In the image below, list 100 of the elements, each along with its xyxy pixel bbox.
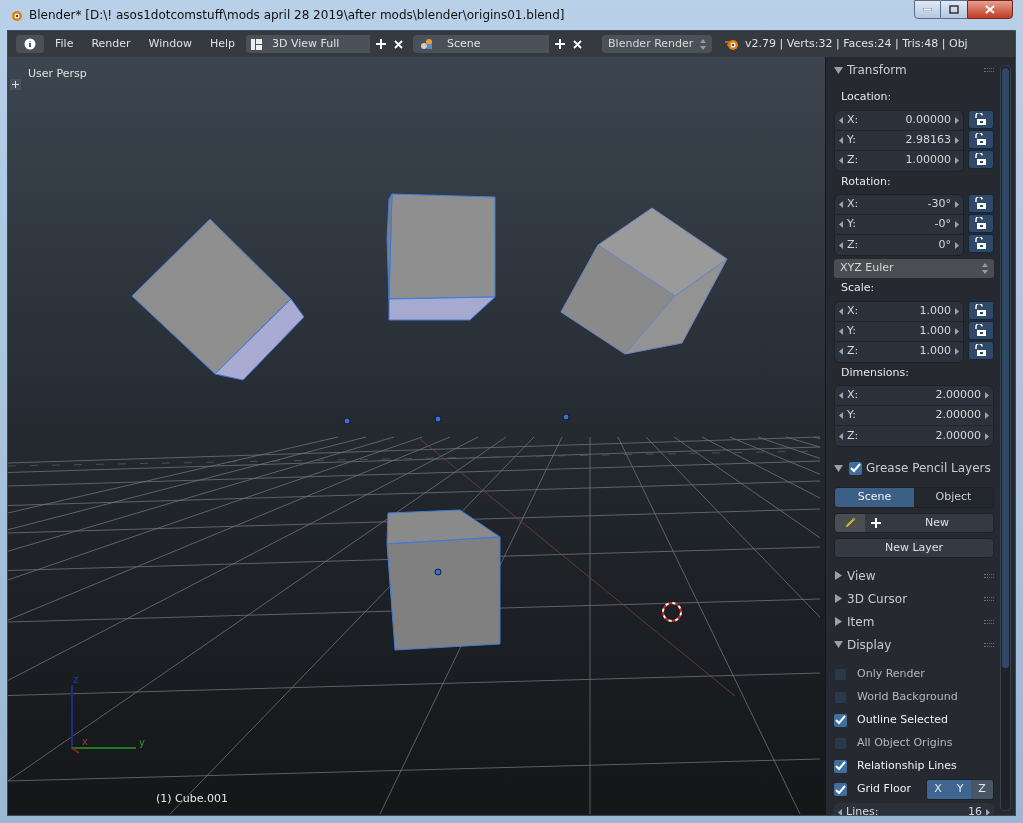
scrollbar-thumb[interactable] xyxy=(1002,68,1009,668)
axis-toggle[interactable]: Y xyxy=(949,780,971,799)
drag-grip-icon xyxy=(984,642,994,647)
axis-label: X: xyxy=(847,302,859,319)
lock-button[interactable] xyxy=(968,300,994,320)
lock-button[interactable] xyxy=(968,109,994,129)
number-field[interactable]: Z: 1.000 xyxy=(835,341,963,362)
rotation-mode-dropdown[interactable]: XYZ Euler xyxy=(834,259,994,278)
open-lock-icon xyxy=(975,343,987,357)
panel-title: View xyxy=(847,567,876,585)
add-button[interactable] xyxy=(10,79,21,90)
number-field[interactable]: Y: 2.98163 xyxy=(835,130,963,151)
number-field[interactable]: Z: 2.00000 xyxy=(835,426,993,446)
checkbox[interactable] xyxy=(834,690,847,704)
group-label: Rotation: xyxy=(840,173,892,190)
window-title: Blender* [D:\! asos1dotcomstuff\mods april 28 2019\after mods\blender\origins01.blend] xyxy=(29,7,565,24)
editor-type-button[interactable] xyxy=(16,35,44,53)
menu-item[interactable]: File xyxy=(48,35,81,53)
open-lock-icon xyxy=(975,197,987,210)
scene-statistics: v2.79 | Verts:32 | Faces:24 | Tris:48 | Obj xyxy=(745,35,968,52)
lock-button[interactable] xyxy=(968,234,994,253)
checkbox[interactable] xyxy=(834,667,847,681)
number-field[interactable]: Y: -0° xyxy=(835,215,963,235)
updown-arrows-icon xyxy=(700,38,707,50)
field-value: 2.98163 xyxy=(905,131,951,148)
panel-header[interactable]: Grease Pencil Layers xyxy=(834,459,1004,477)
axis-label: Y: xyxy=(847,131,856,148)
checkmark-icon xyxy=(835,784,846,795)
pencil-icon xyxy=(843,516,857,530)
close-button[interactable] xyxy=(967,0,1013,19)
menu-item[interactable]: Help xyxy=(202,35,243,53)
axis-label: y xyxy=(139,737,145,748)
lock-button[interactable] xyxy=(968,214,994,233)
pencil-dropdown[interactable] xyxy=(835,514,865,532)
checkmark-icon xyxy=(835,715,846,725)
axis-toggle[interactable]: X xyxy=(927,780,949,799)
plus-icon[interactable] xyxy=(376,39,387,49)
menu-item[interactable]: Render xyxy=(84,35,138,53)
scene-name-field[interactable]: Scene xyxy=(439,35,550,53)
left-arrow-icon xyxy=(839,201,843,208)
panel-header[interactable]: Transform xyxy=(834,61,1004,79)
checkbox[interactable] xyxy=(834,759,847,773)
plus-icon[interactable] xyxy=(555,39,566,49)
layout-button[interactable] xyxy=(246,35,267,53)
lock-button[interactable] xyxy=(968,320,994,340)
layout-name-field[interactable]: 3D View Full xyxy=(266,35,371,53)
checkbox[interactable] xyxy=(834,783,847,796)
open-lock-icon xyxy=(975,303,987,317)
3d-viewport[interactable]: User Persp z x y (1) Cube.001 xyxy=(8,57,825,815)
right-arrow-icon xyxy=(955,221,959,228)
info-icon xyxy=(24,38,36,50)
field-value: 2.00000 xyxy=(935,387,981,404)
number-field[interactable]: Z: 1.00000 xyxy=(835,150,963,171)
number-field[interactable]: X: 1.000 xyxy=(835,301,963,322)
panel-header[interactable]: Item xyxy=(834,610,1004,633)
panel-title: Transform xyxy=(847,62,907,79)
panel-header[interactable]: 3D Cursor xyxy=(834,587,1004,610)
new-button[interactable]: New xyxy=(865,514,993,532)
scene-icon xyxy=(419,38,433,50)
open-lock-icon xyxy=(975,112,987,126)
panel-title: Display xyxy=(847,636,892,654)
open-lock-icon xyxy=(975,323,987,337)
number-field[interactable]: Z: 0° xyxy=(835,235,963,255)
minimize-button[interactable] xyxy=(914,0,941,19)
open-lock-icon xyxy=(975,132,987,146)
lock-button[interactable] xyxy=(968,194,994,213)
right-arrow-icon xyxy=(955,327,959,335)
close-icon[interactable] xyxy=(573,39,583,49)
new-layer-button[interactable]: New Layer xyxy=(834,538,994,558)
left-arrow-icon xyxy=(839,348,843,355)
number-field[interactable]: X: -30° xyxy=(835,195,963,215)
panel-header[interactable]: Display xyxy=(834,633,1004,656)
number-field[interactable]: Y: 1.000 xyxy=(835,321,963,342)
left-arrow-icon xyxy=(839,392,843,399)
close-icon[interactable] xyxy=(394,39,404,49)
scene-button[interactable] xyxy=(413,35,440,53)
tab[interactable]: Object xyxy=(914,488,993,507)
render-engine-dropdown[interactable]: Blender Render xyxy=(602,35,713,53)
checkbox[interactable] xyxy=(834,713,847,727)
menu-item[interactable]: Window xyxy=(141,35,199,53)
maximize-icon xyxy=(949,5,959,14)
lock-button[interactable] xyxy=(968,129,994,149)
lock-button[interactable] xyxy=(968,340,994,360)
updown-arrows-icon xyxy=(982,263,988,274)
number-field[interactable]: Lines: 16 xyxy=(834,803,994,815)
maximize-button[interactable] xyxy=(941,0,967,19)
right-arrow-icon xyxy=(955,201,959,208)
checkbox[interactable] xyxy=(849,461,862,475)
number-field[interactable]: Y: 2.00000 xyxy=(835,406,993,426)
axis-label: Z: xyxy=(847,343,859,360)
number-field[interactable]: X: 0.00000 xyxy=(835,110,963,131)
tab[interactable]: Scene xyxy=(835,488,914,507)
drag-grip-icon xyxy=(984,573,994,578)
checkbox[interactable] xyxy=(834,736,847,750)
field-value: 16 xyxy=(968,803,982,815)
panel-header[interactable]: View xyxy=(834,564,1004,587)
panel-title: Item xyxy=(847,613,875,631)
axis-toggle[interactable]: Z xyxy=(971,780,993,799)
number-field[interactable]: X: 2.00000 xyxy=(835,386,993,406)
lock-button[interactable] xyxy=(968,149,994,169)
